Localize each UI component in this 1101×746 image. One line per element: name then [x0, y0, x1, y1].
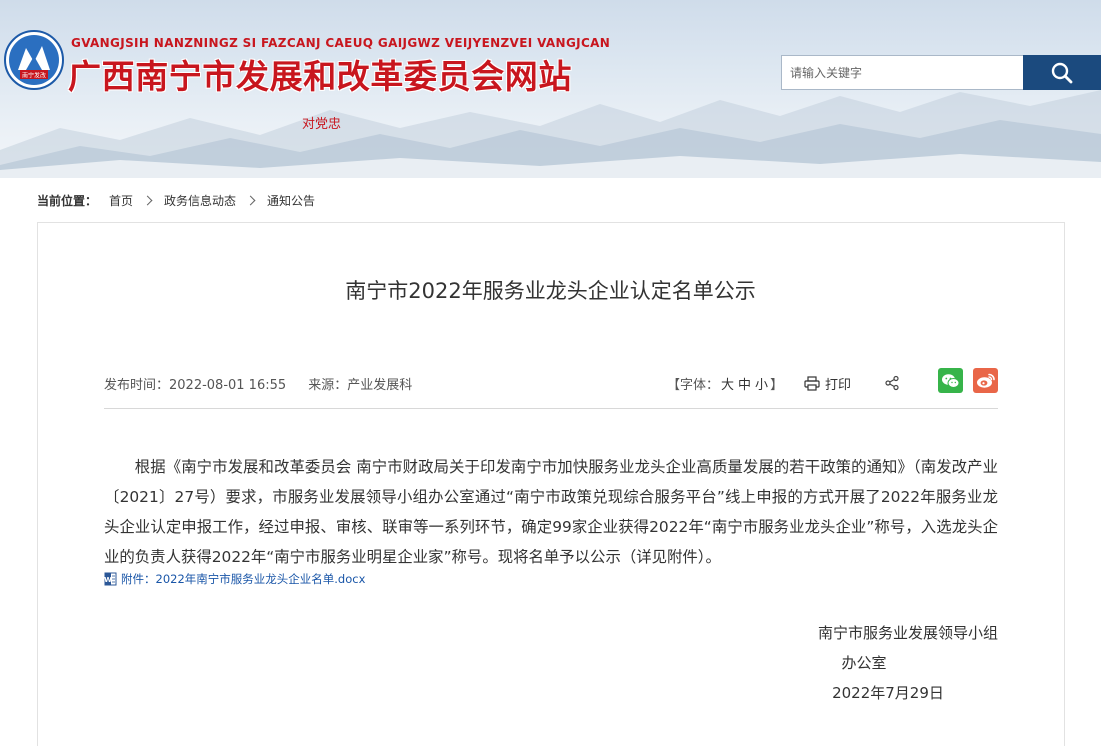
signature-office: 办公室 — [841, 654, 887, 672]
site-title[interactable]: 广西南宁市发展和改革委员会网站 — [68, 50, 572, 98]
site-pinyin-title: GVANGJSIH NANZNINGZ SI FAZCANJ CAEUQ GAI… — [71, 36, 611, 50]
header-red-link[interactable]: 对党忠 — [302, 113, 341, 132]
attachment-label: 附件：2022年南宁市服务业龙头企业名单.docx — [121, 572, 366, 586]
weibo-share-button[interactable] — [973, 368, 998, 393]
font-size-medium[interactable]: 中 — [738, 378, 751, 393]
font-size-large[interactable]: 大 — [721, 378, 734, 393]
article-title: 南宁市2022年服务业龙头企业认定名单公示 — [345, 279, 756, 303]
chevron-right-icon — [142, 195, 153, 205]
breadcrumb-label: 当前位置： — [37, 193, 98, 208]
article-body: 根据《南宁市发展和改革委员会 南宁市财政局关于印发南宁市加快服务业龙头企业高质量… — [104, 458, 998, 566]
font-size-control: 【字体：大中小】 — [667, 374, 783, 393]
weibo-icon — [976, 373, 995, 388]
search-button[interactable] — [1023, 55, 1101, 90]
emblem-text: 南宁发改 — [22, 72, 46, 80]
article-meta-bar: 发布时间：2022-08-01 16:55 来源：产业发展科 【字体：大中小】 … — [104, 368, 998, 395]
breadcrumb: 当前位置： 首页 政务信息动态 通知公告 — [37, 192, 315, 208]
wechat-share-button[interactable] — [938, 368, 963, 393]
font-size-small[interactable]: 小 — [755, 378, 768, 393]
font-size-label-close: 】 — [770, 378, 784, 393]
search-icon — [1051, 62, 1073, 83]
breadcrumb-notices[interactable]: 通知公告 — [267, 192, 315, 209]
signature-organization: 南宁市服务业发展领导小组 — [817, 624, 998, 642]
site-header: 南宁发改 GVANGJSIH NANZNINGZ SI FAZCANJ CAEU… — [0, 0, 1101, 178]
printer-icon — [804, 376, 820, 391]
publish-time: 发布时间：2022-08-01 16:55 — [104, 378, 287, 393]
font-size-label: 【字体： — [667, 378, 720, 393]
article-source: 来源：产业发展科 — [308, 378, 413, 393]
attachment-link[interactable]: W 附件：2022年南宁市服务业龙头企业名单.docx — [104, 571, 365, 587]
breadcrumb-home[interactable]: 首页 — [109, 192, 133, 209]
svg-text:W: W — [104, 576, 112, 584]
wechat-icon — [942, 373, 960, 388]
word-document-icon: W — [104, 572, 117, 586]
share-button[interactable] — [884, 375, 900, 395]
emblem-logo-icon[interactable]: 南宁发改 — [4, 30, 64, 90]
chevron-right-icon — [245, 195, 256, 205]
breadcrumb-news[interactable]: 政务信息动态 — [164, 192, 236, 209]
print-button[interactable]: 打印 — [804, 374, 851, 393]
search-input[interactable] — [781, 55, 1024, 90]
share-icon — [885, 375, 899, 391]
signature-date: 2022年7月29日 — [832, 684, 944, 702]
print-label: 打印 — [825, 378, 852, 393]
meta-divider — [104, 408, 998, 409]
